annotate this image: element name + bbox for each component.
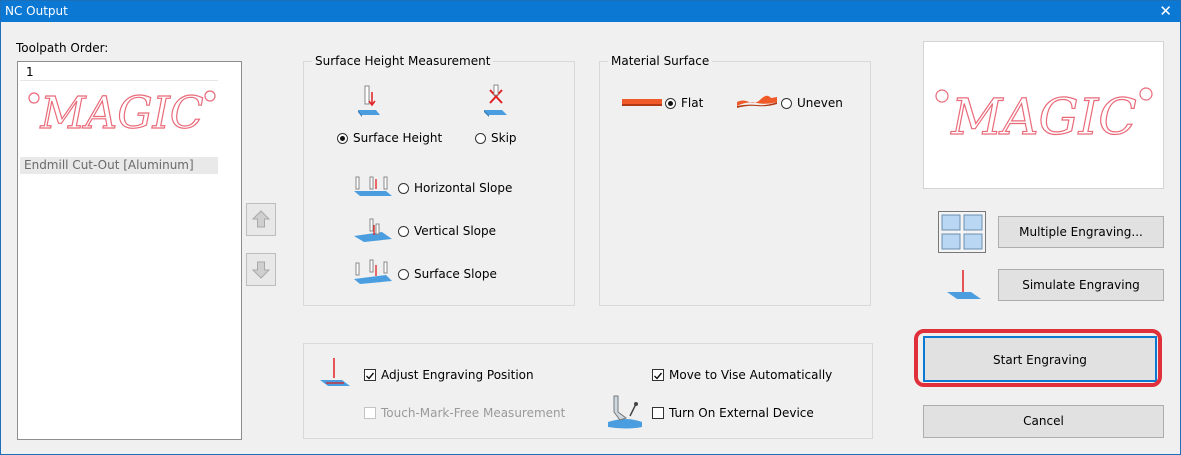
- preview-graphic: MAGIC: [935, 87, 1153, 147]
- preview-text: MAGIC: [950, 88, 1136, 146]
- toolpath-item-index-box: 1: [20, 64, 218, 81]
- material-surface-group: Material Surface Flat Uneven: [599, 54, 871, 306]
- surface-height-radio[interactable]: [337, 133, 348, 144]
- uneven-radio[interactable]: [781, 98, 792, 109]
- turn-on-device-label: Turn On External Device: [669, 406, 814, 420]
- external-device-icon: [608, 395, 642, 429]
- vertical-slope-label: Vertical Slope: [414, 224, 497, 238]
- horizontal-slope-radio[interactable]: [398, 183, 409, 194]
- surface-slope-label: Surface Slope: [414, 267, 497, 281]
- skip-radio[interactable]: [475, 133, 486, 144]
- arrow-up-icon: [251, 210, 271, 228]
- surface-height-title: Surface Height Measurement: [312, 54, 494, 68]
- close-icon[interactable]: ✕: [1159, 2, 1172, 20]
- move-to-vise-label: Move to Vise Automatically: [669, 368, 833, 382]
- toolpath-item-caption-bar: Endmill Cut-Out [Aluminum]: [20, 157, 218, 174]
- arrow-down-icon: [251, 261, 271, 279]
- simulate-engraving-button[interactable]: Simulate Engraving: [998, 269, 1164, 301]
- uneven-label: Uneven: [797, 96, 843, 110]
- move-down-button[interactable]: [246, 253, 276, 286]
- surface-slope-icon: [354, 259, 392, 284]
- vertical-slope-radio[interactable]: [398, 226, 409, 237]
- toolpath-item-index: 1: [26, 65, 34, 79]
- toolpath-order-label: Toolpath Order:: [16, 41, 109, 55]
- multiple-engraving-button[interactable]: Multiple Engraving...: [998, 216, 1164, 248]
- nc-output-window: NC Output ✕ Toolpath Order: 1 MAGIC Endm…: [0, 0, 1181, 455]
- title-bar: NC Output ✕: [1, 1, 1180, 22]
- flat-radio[interactable]: [665, 98, 676, 109]
- skip-icon: [484, 84, 507, 117]
- engraving-preview: MAGIC: [923, 41, 1164, 189]
- surface-height-icon: [358, 85, 380, 117]
- touch-mark-free-checkbox[interactable]: [364, 407, 376, 419]
- engraving-options-group: Adjust Engraving Position Touch-Mark-Fre…: [303, 343, 873, 439]
- horizontal-slope-icon: [354, 176, 392, 196]
- surface-height-group: Surface Height Measurement Surface Heigh…: [303, 54, 575, 306]
- toolpath-thumbnail-text: MAGIC: [39, 88, 203, 139]
- adjust-position-checkbox[interactable]: [364, 369, 376, 381]
- turn-on-device-checkbox[interactable]: [652, 407, 664, 419]
- flat-label: Flat: [681, 96, 704, 110]
- material-surface-title: Material Surface: [608, 54, 713, 68]
- adjust-position-icon: [320, 358, 350, 386]
- surface-slope-radio[interactable]: [398, 269, 409, 280]
- surface-height-label: Surface Height: [353, 131, 443, 145]
- toolpath-thumbnail: MAGIC: [28, 87, 216, 140]
- flat-surface-icon: [622, 99, 662, 106]
- toolpath-item-caption: Endmill Cut-Out [Aluminum]: [24, 158, 194, 172]
- toolpath-list[interactable]: 1 MAGIC Endmill Cut-Out [Aluminum]: [17, 61, 242, 440]
- adjust-position-label: Adjust Engraving Position: [381, 368, 534, 382]
- move-up-button[interactable]: [246, 203, 276, 236]
- move-to-vise-checkbox[interactable]: [652, 369, 664, 381]
- horizontal-slope-label: Horizontal Slope: [414, 181, 513, 195]
- start-engraving-highlight: [914, 329, 1162, 387]
- uneven-surface-icon: [737, 95, 777, 108]
- window-title: NC Output: [5, 4, 68, 18]
- simulate-engraving-icon: [947, 270, 981, 299]
- cancel-button[interactable]: Cancel: [923, 405, 1164, 438]
- toolpath-item[interactable]: 1 MAGIC Endmill Cut-Out [Aluminum]: [20, 64, 218, 174]
- skip-label: Skip: [491, 131, 517, 145]
- vertical-slope-icon: [354, 218, 392, 242]
- multiple-engraving-icon: [938, 211, 986, 253]
- touch-mark-free-label: Touch-Mark-Free Measurement: [381, 406, 566, 420]
